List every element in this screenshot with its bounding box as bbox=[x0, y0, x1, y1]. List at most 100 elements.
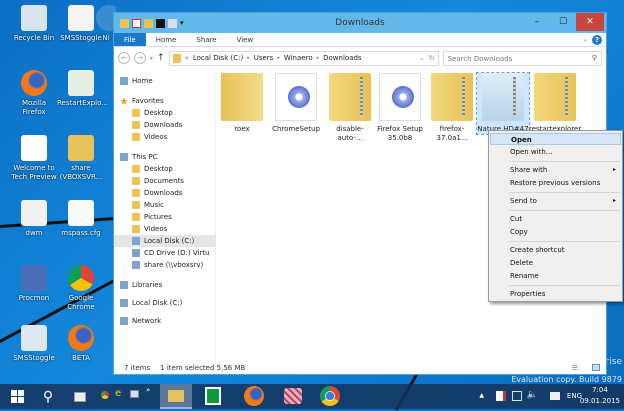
back-button[interactable]: ← bbox=[118, 52, 130, 64]
keyboard-icon[interactable] bbox=[550, 392, 560, 400]
menu-item-copy[interactable]: Copy bbox=[490, 226, 621, 238]
chrome-icon bbox=[68, 265, 94, 291]
menu-item-restore-previous-versions[interactable]: Restore previous versions bbox=[490, 177, 621, 189]
breadcrumb-local-disk[interactable]: Local Disk (C:) bbox=[193, 54, 243, 62]
close-button[interactable]: ✕ bbox=[576, 13, 604, 31]
title-bar[interactable]: ▾ Downloads – ☐ ✕ bbox=[114, 13, 606, 33]
nav-item[interactable]: Desktop bbox=[114, 163, 216, 175]
nav-item[interactable]: Downloads bbox=[114, 119, 216, 131]
breadcrumb-downloads[interactable]: Downloads bbox=[323, 54, 361, 62]
file-icon bbox=[68, 200, 94, 226]
chevron-right-icon[interactable]: ▸ bbox=[277, 55, 280, 61]
search-input[interactable]: Search Downloads ⚲ bbox=[442, 50, 602, 66]
desktop-icon[interactable]: Recycle Bin bbox=[10, 5, 58, 43]
desktop-icon[interactable]: mspass.cfg bbox=[57, 200, 105, 238]
nav-item-label: Music bbox=[144, 201, 164, 209]
menu-item-rename[interactable]: Rename bbox=[490, 270, 621, 282]
forward-button[interactable]: → bbox=[134, 52, 146, 64]
details-view-icon[interactable]: ☰ bbox=[572, 364, 578, 372]
desktop-icon[interactable]: Google Chrome bbox=[57, 265, 105, 312]
nav-item[interactable]: Pictures bbox=[114, 211, 216, 223]
nav-item[interactable]: Videos bbox=[114, 223, 216, 235]
desktop-icon[interactable]: Mozilla Firefox bbox=[10, 70, 58, 117]
recent-locations-icon[interactable]: ▾ bbox=[150, 55, 153, 62]
desktop-icon[interactable]: RestartExplo... bbox=[57, 70, 108, 108]
text-file-icon bbox=[21, 200, 47, 226]
desktop-icon-label: Recycle Bin bbox=[13, 34, 55, 42]
start-button[interactable] bbox=[6, 385, 30, 409]
minimize-button[interactable]: – bbox=[524, 13, 550, 31]
menu-item-open-with[interactable]: Open with... bbox=[490, 146, 621, 158]
search-button[interactable]: ⚲ bbox=[36, 385, 60, 409]
tab-file[interactable]: File bbox=[114, 33, 146, 46]
address-dropdown-icon[interactable]: ⌄ bbox=[419, 54, 425, 62]
firefox-icon[interactable] bbox=[244, 386, 264, 406]
desktop-icon[interactable]: Procmon bbox=[10, 265, 58, 303]
nav-item[interactable]: Local Disk (C:) bbox=[114, 235, 216, 247]
photo-viewer-icon[interactable] bbox=[130, 390, 139, 398]
desktop-icon-label: SMSStoggle bbox=[13, 354, 55, 362]
address-bar[interactable]: « Local Disk (C:) ▸ Users ▸ Winaero ▸ Downl… bbox=[168, 50, 439, 66]
folder-icon bbox=[221, 73, 263, 121]
nav-item[interactable]: Downloads bbox=[114, 187, 216, 199]
desktop-icon[interactable]: SMSStoggle bbox=[10, 325, 58, 363]
maximize-button[interactable]: ☐ bbox=[550, 13, 576, 31]
network-icon[interactable] bbox=[512, 391, 522, 401]
refresh-icon[interactable]: ↻ bbox=[429, 54, 435, 62]
menu-item-properties[interactable]: Properties bbox=[490, 288, 621, 300]
tab-home[interactable]: Home bbox=[146, 33, 187, 46]
chrome-icon[interactable] bbox=[320, 386, 340, 406]
nav-item[interactable]: Home bbox=[114, 75, 216, 87]
menu-item-label: Copy bbox=[510, 228, 528, 236]
help-icon[interactable]: ? bbox=[592, 35, 602, 45]
nav-item[interactable]: Local Disk (C:) bbox=[114, 297, 216, 309]
menu-item-delete[interactable]: Delete bbox=[490, 257, 621, 269]
nav-item[interactable]: Music bbox=[114, 199, 216, 211]
expand-ribbon-icon[interactable]: ⌄ bbox=[582, 35, 588, 43]
desktop-icon[interactable]: share (VBOXSVR... bbox=[57, 135, 105, 182]
menu-item-open[interactable]: Open bbox=[490, 133, 621, 145]
menu-item-cut[interactable]: Cut bbox=[490, 213, 621, 225]
chevron-right-icon[interactable]: ▸ bbox=[247, 55, 250, 61]
nav-item[interactable]: Documents bbox=[114, 175, 216, 187]
desktop-icon[interactable]: Welcome to Tech Preview bbox=[10, 135, 58, 182]
nav-item[interactable]: share (\\vboxsrv) bbox=[114, 259, 216, 271]
store-icon[interactable] bbox=[205, 387, 221, 405]
file-item[interactable]: ChromeSetup bbox=[270, 73, 322, 134]
nav-item[interactable]: CD Drive (D:) Virtu bbox=[114, 247, 216, 259]
action-center-icon[interactable] bbox=[496, 391, 506, 401]
desktop-icon[interactable]: BETA bbox=[57, 325, 105, 363]
ie-icon[interactable]: e bbox=[115, 389, 125, 399]
clock[interactable]: 7:04 09.01.2015 bbox=[580, 385, 620, 407]
volume-icon[interactable]: 🔈 bbox=[527, 390, 538, 400]
task-view-button[interactable] bbox=[74, 392, 86, 402]
chrome-small-icon[interactable] bbox=[101, 391, 109, 399]
address-overflow[interactable]: « bbox=[185, 54, 189, 62]
breadcrumb-users[interactable]: Users bbox=[254, 54, 274, 62]
file-item[interactable]: restartexplorer bbox=[529, 73, 581, 134]
file-item[interactable]: disable-auto-... bbox=[324, 73, 376, 143]
file-item[interactable]: Firefox Setup 35.0b8 bbox=[374, 73, 426, 143]
nav-item[interactable]: This PC bbox=[114, 151, 216, 163]
nav-item[interactable]: Favorites bbox=[114, 95, 216, 107]
nav-item[interactable]: Network bbox=[114, 315, 216, 327]
desktop-icon[interactable]: dwm bbox=[10, 200, 58, 238]
up-button[interactable]: ↑ bbox=[157, 53, 165, 63]
nav-item[interactable]: Desktop bbox=[114, 107, 216, 119]
menu-item-create-shortcut[interactable]: Create shortcut bbox=[490, 244, 621, 256]
large-icons-view-icon[interactable] bbox=[592, 364, 600, 371]
file-item[interactable]: roex bbox=[216, 73, 268, 134]
tab-view[interactable]: View bbox=[227, 33, 264, 46]
chevron-right-icon[interactable]: ▸ bbox=[317, 55, 320, 61]
nav-item[interactable]: Videos bbox=[114, 131, 216, 143]
menu-item-send-to[interactable]: Send to ▸ bbox=[490, 195, 621, 207]
breadcrumb-winaero[interactable]: Winaero bbox=[284, 54, 313, 62]
tab-share[interactable]: Share bbox=[186, 33, 226, 46]
menu-item-share-with[interactable]: Share with ▸ bbox=[490, 164, 621, 176]
file-item[interactable]: firefox-37.0a1... bbox=[426, 73, 478, 143]
show-hidden-icons[interactable]: ▲ bbox=[479, 392, 484, 399]
nav-item[interactable]: Libraries bbox=[114, 279, 216, 291]
file-item[interactable]: Nature HD#47 bbox=[476, 72, 530, 135]
app-cubes-icon[interactable] bbox=[284, 388, 302, 404]
file-explorer-button[interactable] bbox=[160, 384, 192, 409]
